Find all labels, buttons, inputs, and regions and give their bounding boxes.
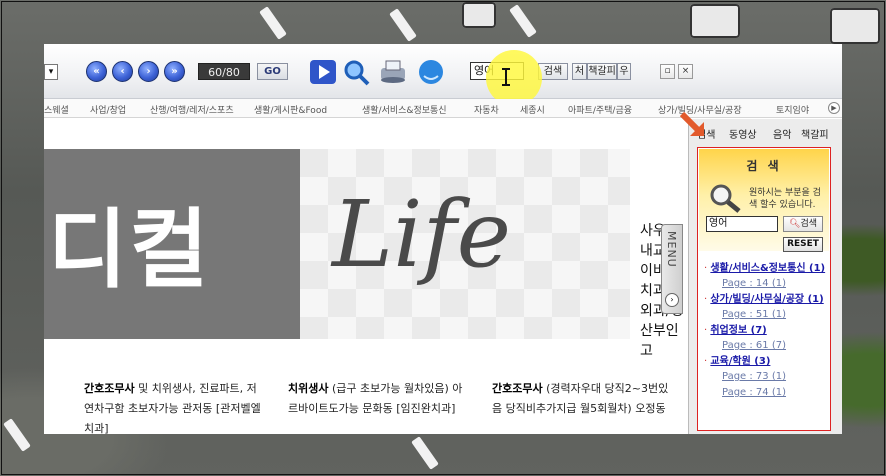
pointer-arrow-icon [680, 112, 704, 136]
category-item[interactable]: 산행/여행/레저/스포츠 [150, 103, 234, 116]
job-listing: 간호조무사 및 치위생사, 진료파트, 저 연차구함 초보자가능 관저동 [관저… [84, 379, 261, 434]
listing-text: 르바이트도가능 문화동 [임진완치과] [288, 402, 456, 415]
side-line: 산부인고 [640, 323, 679, 359]
category-scroll-right-icon[interactable]: ▶ [828, 102, 840, 114]
result-item[interactable]: · 취업정보 (7) [704, 324, 828, 337]
search-title: 검 색 [746, 159, 782, 173]
dropdown-toggle[interactable]: ▾ [44, 64, 58, 80]
page-indicator[interactable]: 60/80 [198, 63, 250, 80]
listing-text: 치과] [84, 422, 109, 434]
menu-tab-label: MENU [665, 231, 678, 268]
panel-search-input[interactable]: 영어 [706, 216, 778, 232]
listing-text: 연차구함 초보자가능 관저동 [관저벨엘 [84, 402, 261, 415]
result-page-link[interactable]: Page : 51 (1) [722, 308, 828, 321]
category-item[interactable]: 자동차 [474, 103, 499, 116]
menu-tab[interactable]: MENU › [661, 224, 683, 314]
listing-text: (경력자우대 당직2~3번있 [542, 382, 669, 395]
listing-text: 음 당직비추가지급 월5회월차) 오정동 [492, 402, 666, 415]
search-icon: 🔍︎ [789, 219, 801, 229]
category-item[interactable]: 생활/서비스&정보통신 [362, 103, 447, 116]
job-listing: 치위생사 (급구 초보가능 월차있음) 아 르바이트도가능 문화동 [임진완치과… [288, 379, 462, 419]
cursor-highlight [486, 50, 542, 106]
play-icon[interactable] [308, 58, 338, 86]
close-window-button[interactable]: × [678, 64, 693, 79]
category-bar: 스웨셜 사업/창업 산행/여행/레저/스포츠 생활/게시판&Food 생활/서비… [44, 99, 842, 118]
listing-title: 간호조무사 [492, 382, 543, 395]
panel-search-label: 검색 [800, 219, 817, 229]
road-marking [411, 436, 439, 470]
reset-button[interactable]: RESET [783, 237, 823, 252]
job-listing: 간호조무사 (경력자우대 당직2~3번있 음 당직비추가지급 월5회월차) 오정… [492, 379, 668, 419]
result-item[interactable]: · 상가/빌딩/사무실/공장 (1) [704, 293, 828, 306]
listing-text: 및 치위생사, 진료파트, 저 [134, 382, 257, 395]
tab-video[interactable]: 동영상 [729, 126, 757, 141]
print-icon[interactable] [378, 58, 408, 86]
parked-car [690, 4, 740, 38]
zoom-icon[interactable] [342, 58, 372, 86]
result-page-link[interactable]: Page : 73 (1) [722, 370, 828, 383]
tab-music[interactable]: 음악 [773, 126, 791, 141]
road-marking [259, 6, 287, 40]
panel-tabs: 검색 동영상 음악 책갈피 [693, 123, 839, 141]
search-hint: 원하시는 부분을 검색 할수 있습니다. [749, 188, 821, 210]
result-category[interactable]: 상가/빌딩/사무실/공장 (1) [710, 294, 823, 305]
result-category[interactable]: 교육/학원 (3) [710, 356, 770, 367]
road-marking [389, 8, 417, 42]
prev-page-button[interactable]: ‹ [112, 61, 133, 82]
category-item[interactable]: 아파트/주택/금융 [568, 103, 632, 116]
listing-title: 치위생사 [288, 382, 329, 395]
road-marking [509, 4, 537, 38]
listing-title: 간호조무사 [84, 382, 135, 395]
result-category[interactable]: 생활/서비스&정보통신 (1) [710, 263, 825, 274]
hero-life-text: Life [332, 181, 512, 288]
last-page-button[interactable]: » [164, 61, 185, 82]
category-item[interactable]: 세종시 [520, 103, 545, 116]
category-item[interactable]: 사업/창업 [90, 103, 126, 116]
result-page-link[interactable]: Page : 74 (1) [722, 386, 828, 399]
ebook-viewer-window: ▾ « ‹ › » 60/80 GO 영어 검색 처 책갈피 우 ▫ × 스웨셜… [44, 44, 842, 434]
bookmark-button[interactable]: 책갈피 [587, 63, 617, 80]
search-header: 검 색 원하시는 부분을 검색 할수 있습니다. 영어 🔍︎검색 RESET [699, 149, 829, 252]
result-item[interactable]: · 교육/학원 (3) [704, 355, 828, 368]
next-page-button[interactable]: › [138, 61, 159, 82]
toolbar-search-button[interactable]: 검색 [538, 63, 568, 80]
magnifier-icon [710, 184, 741, 213]
parked-car [830, 8, 880, 44]
first-page-button[interactable]: « [86, 61, 107, 82]
category-item[interactable]: 생활/게시판&Food [254, 103, 327, 116]
category-item[interactable]: 스웨셜 [44, 103, 69, 116]
result-category[interactable]: 취업정보 (7) [710, 325, 766, 336]
road-marking [3, 418, 31, 452]
search-side-panel: 검색 동영상 음악 책갈피 검 색 원하시는 부분을 검색 할수 있습니다. 영… [688, 119, 842, 434]
right-button[interactable]: 우 [617, 63, 631, 80]
hero-title: 디컬 [48, 200, 211, 300]
result-page-link[interactable]: Page : 61 (7) [722, 339, 828, 352]
viewer-toolbar: ▾ « ‹ › » 60/80 GO 영어 검색 처 책갈피 우 ▫ × [44, 44, 842, 106]
listing-text: (급구 초보가능 월차있음) 아 [328, 382, 463, 395]
result-page-link[interactable]: Page : 14 (1) [722, 277, 828, 290]
search-results: · 생활/서비스&정보통신 (1) Page : 14 (1) · 상가/빌딩/… [704, 262, 828, 402]
category-item[interactable]: 토지임야 [776, 103, 809, 116]
restore-window-button[interactable]: ▫ [660, 64, 675, 79]
panel-search-button[interactable]: 🔍︎검색 [783, 216, 823, 232]
menu-toggle-icon[interactable]: › [665, 293, 679, 307]
text-cursor-icon [502, 68, 510, 86]
parked-car [462, 2, 496, 28]
help-icon[interactable] [416, 58, 446, 86]
first-button[interactable]: 처 [572, 63, 587, 80]
tab-bookmark[interactable]: 책갈피 [801, 126, 829, 141]
magazine-page: 디컬 Life 사우 내교 이비 치과 외과/정 산부인고 MENU › 간호조… [44, 119, 684, 434]
result-item[interactable]: · 생활/서비스&정보통신 (1) [704, 262, 828, 275]
search-box: 검 색 원하시는 부분을 검색 할수 있습니다. 영어 🔍︎검색 RESET ·… [697, 147, 831, 431]
go-button[interactable]: GO [257, 63, 288, 80]
